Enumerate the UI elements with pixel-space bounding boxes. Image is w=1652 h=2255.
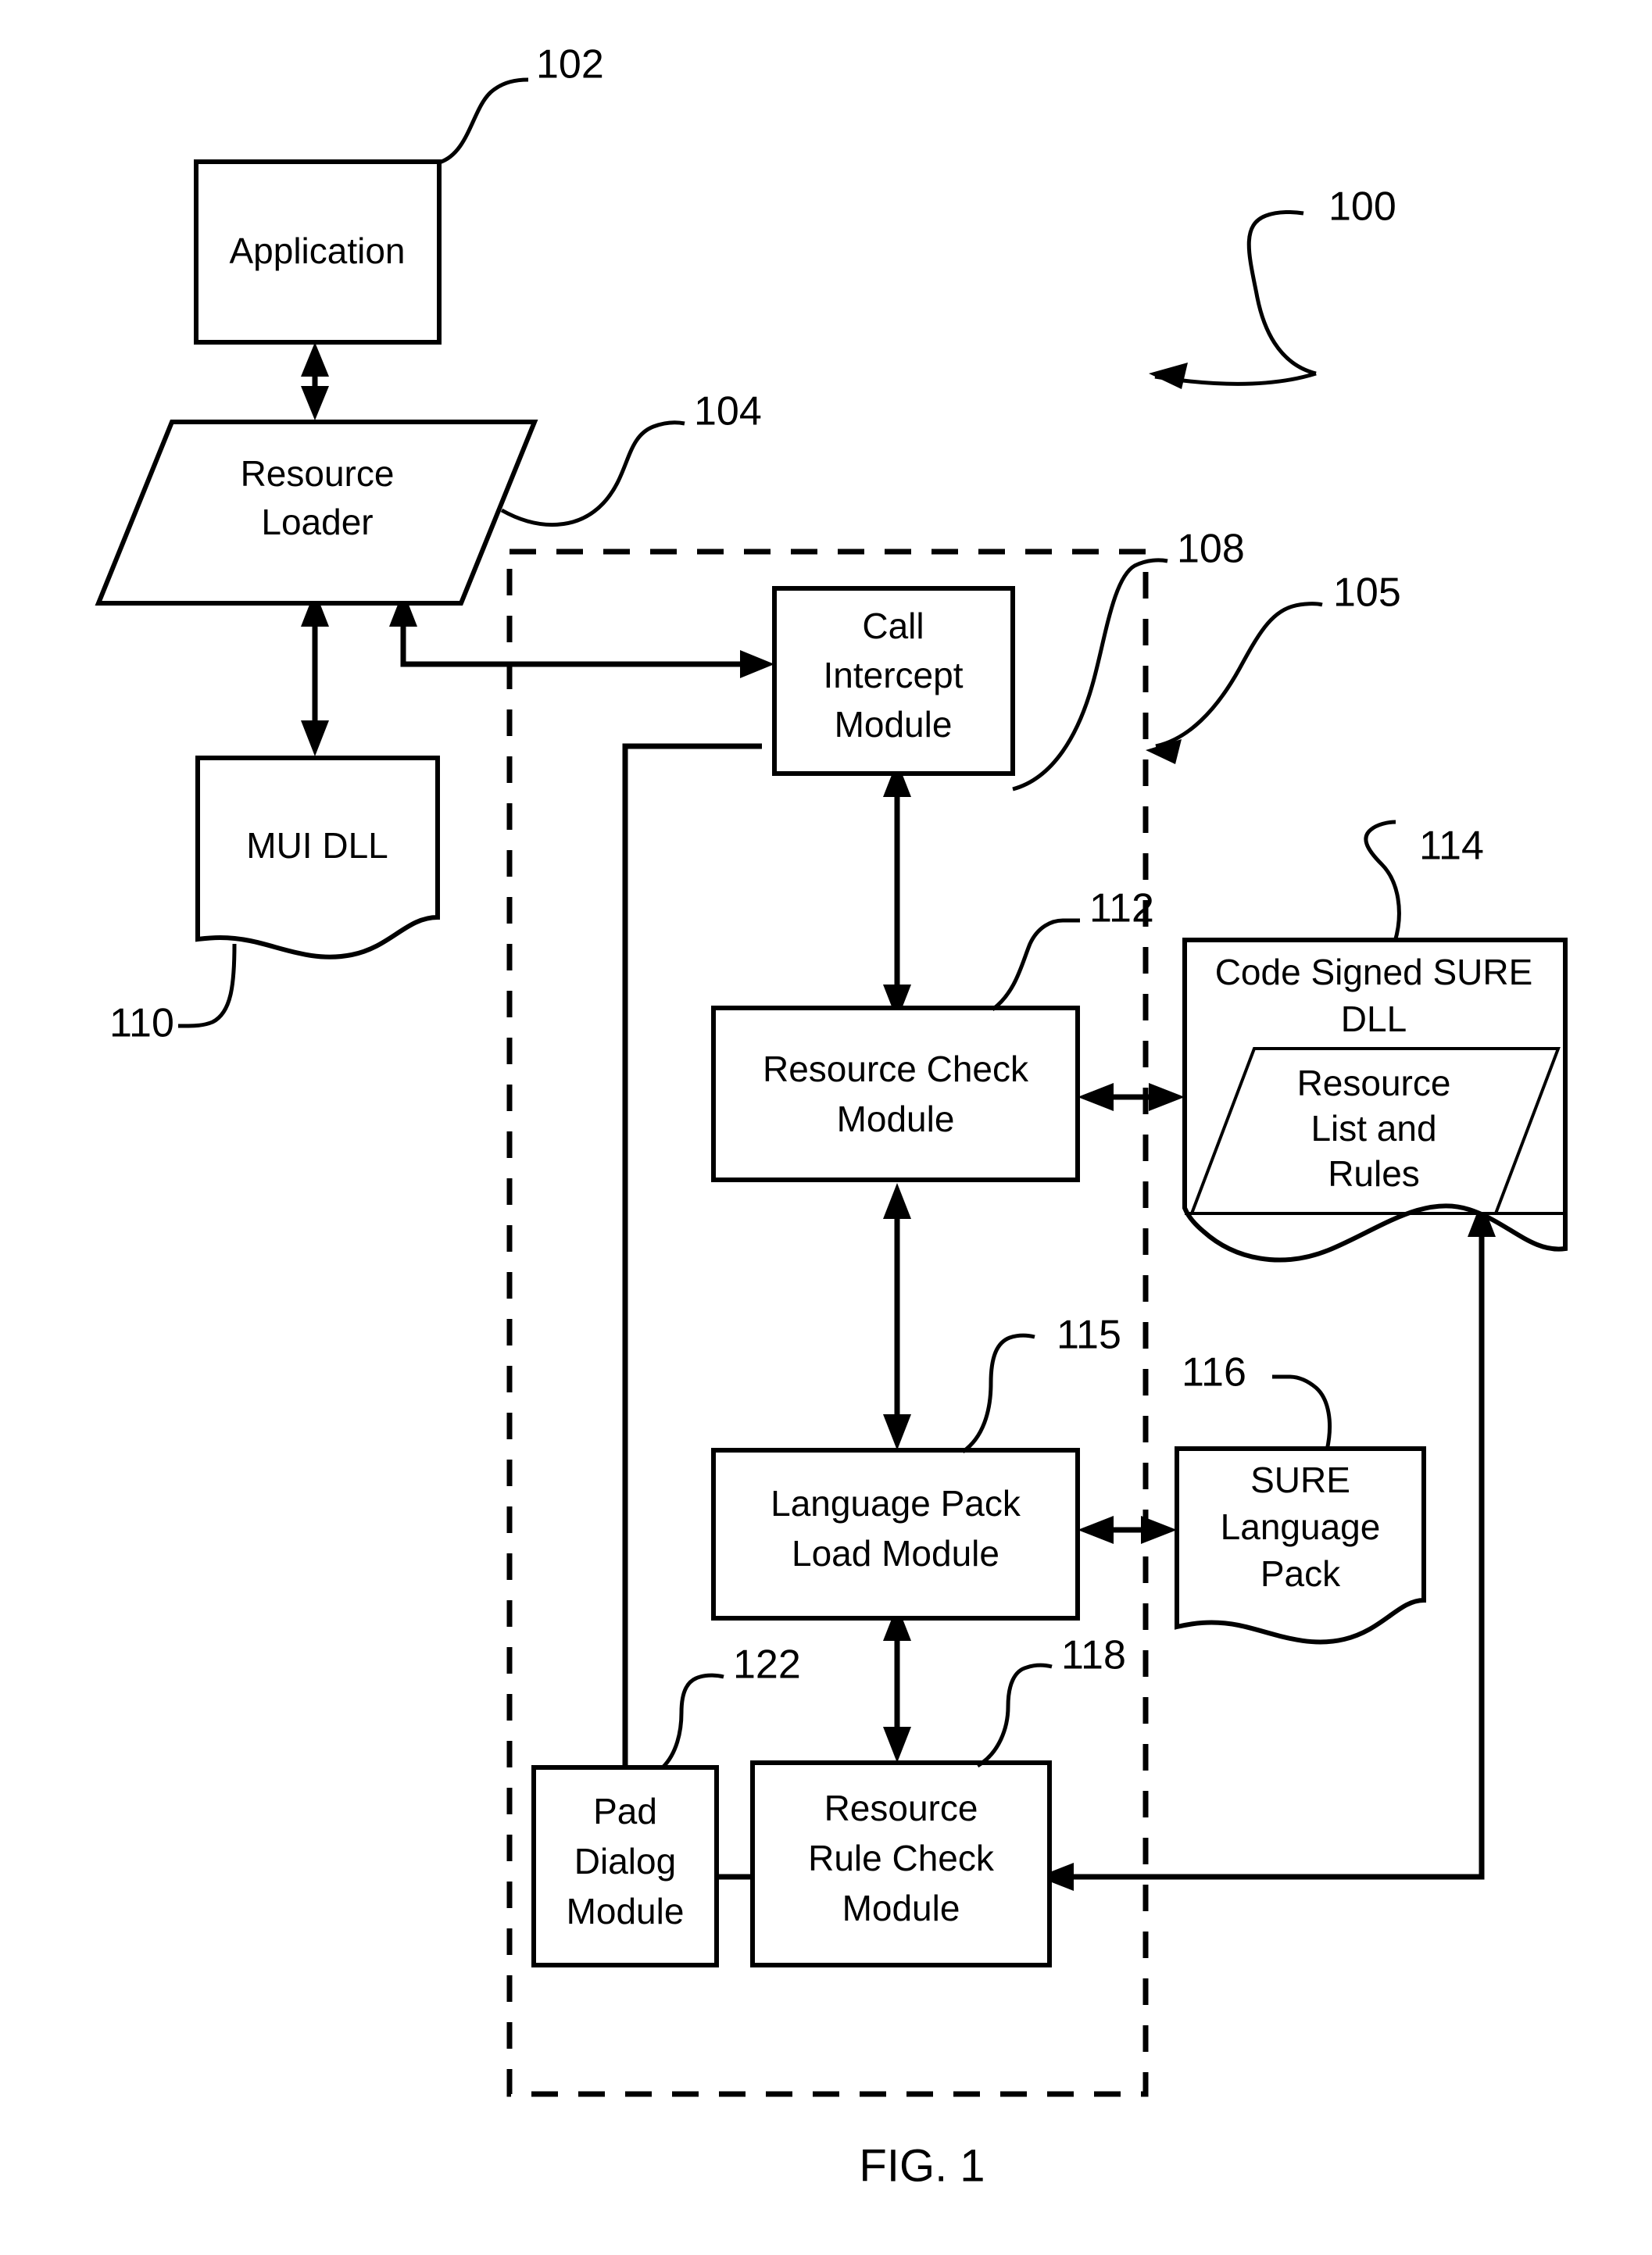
ref-number-102: 102 (536, 42, 604, 88)
node-pad-dialog-label-line1: Pad (593, 1791, 657, 1832)
node-sure-language-pack-label-line2: Language (1221, 1506, 1381, 1547)
ref-leader-104: 104 (500, 389, 762, 527)
node-pad-dialog-label-line2: Dialog (574, 1841, 676, 1882)
node-call-intercept-label-line2: Intercept (824, 655, 964, 695)
node-language-pack-load-label-line2: Load Module (792, 1533, 999, 1574)
ref-leader-100: 100 (1149, 184, 1396, 389)
node-pad-dialog-label-line3: Module (567, 1891, 685, 1932)
figure-caption: FIG. 1 (859, 2140, 985, 2191)
node-call-intercept-label-line1: Call (862, 606, 924, 646)
connector-resource-loader-mui-dll (301, 591, 329, 756)
ref-leader-116: 116 (1182, 1350, 1332, 1451)
node-language-pack-load-module[interactable]: Language Pack Load Module (711, 1448, 1080, 1621)
node-pad-dialog-module[interactable]: Pad Dialog Module (531, 1765, 719, 1967)
ref-leader-105: 105 (1146, 570, 1401, 764)
ref-leader-102: 102 (438, 42, 604, 165)
ref-number-122: 122 (733, 1642, 801, 1688)
node-resource-rule-check-label-line2: Rule Check (808, 1838, 995, 1878)
connector-call-intercept-resource-check (883, 761, 911, 1020)
ref-leader-115: 115 (961, 1313, 1121, 1454)
node-application[interactable]: Application (194, 159, 442, 345)
ref-number-114: 114 (1419, 824, 1484, 869)
ref-leader-122: 122 (661, 1642, 801, 1769)
node-sure-language-pack-label-line1: SURE (1250, 1460, 1350, 1500)
ref-leader-114: 114 (1364, 820, 1484, 942)
node-resource-check-module[interactable]: Resource Check Module (711, 1006, 1080, 1182)
connector-resource-check-sure-dll (1078, 1083, 1185, 1111)
patent-figure: Application Resource Loader MUI DLL Call… (0, 0, 1652, 2255)
node-sure-language-pack-label-line3: Pack (1260, 1553, 1341, 1594)
node-mui-dll[interactable]: MUI DLL (195, 756, 440, 960)
ref-number-116: 116 (1182, 1350, 1246, 1396)
ref-number-104: 104 (694, 389, 762, 434)
node-resource-rule-check-module[interactable]: Resource Rule Check Module (750, 1760, 1052, 1967)
node-resource-check-label-line1: Resource Check (763, 1049, 1029, 1089)
node-resource-loader[interactable]: Resource Loader (95, 420, 538, 606)
ref-number-115: 115 (1057, 1313, 1121, 1358)
node-mui-dll-label: MUI DLL (246, 825, 388, 866)
node-application-label: Application (229, 231, 405, 271)
ref-leader-108: 108 (1012, 527, 1245, 792)
node-call-intercept-label-line3: Module (835, 704, 953, 745)
ref-number-105: 105 (1333, 570, 1401, 616)
connector-application-resource-loader (301, 342, 329, 420)
node-call-intercept-module[interactable]: Call Intercept Module (772, 586, 1015, 776)
ref-number-118: 118 (1061, 1633, 1126, 1678)
figure-canvas: Application Resource Loader MUI DLL Call… (95, 42, 1568, 2191)
node-resource-rule-check-label-line3: Module (842, 1888, 960, 1928)
ref-number-100: 100 (1328, 184, 1396, 230)
node-resource-rule-check-label-line1: Resource (824, 1788, 978, 1828)
ref-number-110: 110 (109, 1001, 174, 1046)
node-sure-language-pack[interactable]: SURE Language Pack (1175, 1446, 1426, 1645)
node-resource-check-label-line2: Module (837, 1099, 955, 1139)
node-sure-dll-label-line1: Code Signed SURE (1215, 952, 1533, 992)
ref-leader-110: 110 (109, 943, 237, 1046)
node-sure-dll-label-line2: DLL (1341, 999, 1407, 1039)
connector-resource-check-lang-pack-load (883, 1183, 911, 1450)
ref-number-108: 108 (1177, 527, 1245, 572)
node-resource-loader-label-line1: Resource (241, 453, 395, 494)
connector-lang-pack-load-resource-rule-check (883, 1605, 911, 1763)
node-resource-list-label-line2: List and (1311, 1108, 1436, 1149)
node-resource-list-label-line1: Resource (1297, 1063, 1451, 1103)
node-resource-list-label-line3: Rules (1328, 1153, 1420, 1194)
ref-leader-118: 118 (976, 1633, 1126, 1768)
node-resource-loader-label-line2: Loader (261, 502, 373, 542)
ref-number-112: 112 (1089, 886, 1154, 931)
connector-lang-pack-load-sure-lang-pack (1078, 1516, 1177, 1544)
node-code-signed-sure-dll[interactable]: Resource List and Rules Code Signed SURE… (1182, 938, 1568, 1263)
node-language-pack-load-label-line1: Language Pack (771, 1483, 1021, 1524)
ref-leader-112: 112 (991, 886, 1154, 1012)
